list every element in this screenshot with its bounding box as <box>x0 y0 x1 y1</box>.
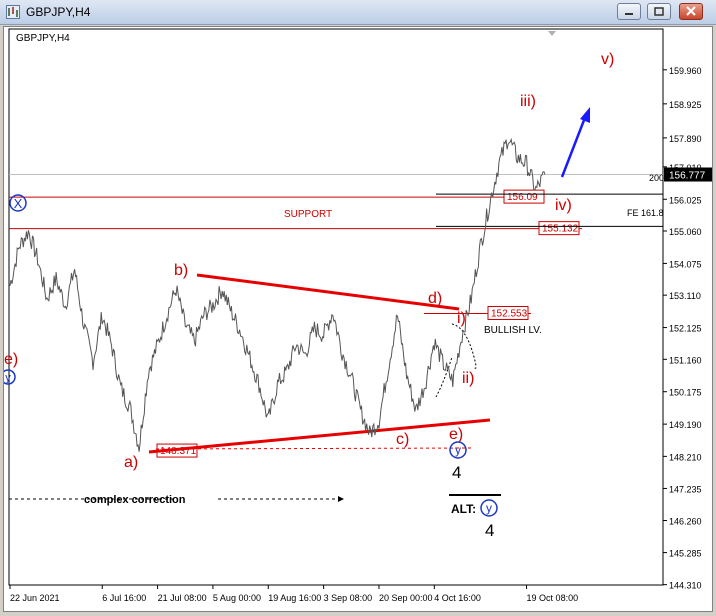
wave-iv-label: iv) <box>555 197 572 214</box>
price-tick-label: 157.890 <box>669 134 702 144</box>
window-titlebar: GBPJPY,H4 <box>0 0 716 25</box>
close-icon <box>686 6 696 16</box>
chart-window[interactable]: GBPJPY,H4 156.09 155.132 152.553 148.371 v)… <box>0 26 713 612</box>
time-tick-label: 6 Jul 16:00 <box>102 593 146 603</box>
symbol-label: GBPJPY,H4 <box>16 33 70 44</box>
time-tick-label: 20 Sep 00:00 <box>379 593 433 603</box>
wave-b-label: b) <box>174 262 188 279</box>
price-tick-label: 147.235 <box>669 484 702 494</box>
price-tick-label: 151.160 <box>669 355 702 365</box>
wave-i-label: i) <box>457 310 466 327</box>
wave-v-label: v) <box>601 51 614 68</box>
price-tick-label: 158.925 <box>669 100 702 110</box>
time-tick-label: 21 Jul 08:00 <box>158 593 207 603</box>
level-price-label: 152.553 <box>491 308 528 319</box>
bullish-annotation: BULLISH LV. <box>484 325 542 336</box>
alt-wave-4-label: 4 <box>485 521 494 540</box>
current-price-label: 156.777 <box>669 171 706 182</box>
price-chart[interactable]: GBPJPY,H4 156.09155.132152.553148.371 v)… <box>0 27 712 611</box>
time-tick-label: 4 Oct 16:00 <box>434 593 481 603</box>
price-tick-label: 156.025 <box>669 195 702 205</box>
price-tick-label: 145.285 <box>669 549 702 559</box>
price-tick-label: 153.110 <box>669 291 701 301</box>
price-tick-label: 149.190 <box>669 420 702 430</box>
wave-y-label: y <box>455 443 461 457</box>
restore-button[interactable] <box>647 3 671 20</box>
price-tick-label: 155.060 <box>669 227 702 237</box>
restore-icon <box>654 7 664 16</box>
time-tick-label: 19 Oct 08:00 <box>527 593 579 603</box>
wave-iii-label: iii) <box>520 93 536 110</box>
price-tick-label: 150.175 <box>669 388 702 398</box>
wave-d-label: d) <box>428 290 442 307</box>
minimize-button[interactable] <box>617 3 641 20</box>
time-tick-label: 19 Aug 16:00 <box>268 593 321 603</box>
price-tick-label: 144.310 <box>669 581 702 591</box>
complex-correction-annotation: complex correction <box>84 494 186 506</box>
wave-e-left-label: e) <box>4 351 18 368</box>
time-tick-label: 22 Jun 2021 <box>10 593 60 603</box>
fe-annotation: FE 161.8 <box>627 208 664 218</box>
minimize-icon <box>625 13 633 15</box>
ma-200-annotation: 200 <box>649 173 664 183</box>
close-button[interactable] <box>679 3 703 20</box>
price-tick-label: 152.125 <box>669 324 702 334</box>
price-tick-label: 154.075 <box>669 259 702 269</box>
wave-x-label: X <box>14 196 23 211</box>
wave-y-left-label: y <box>5 372 11 384</box>
time-tick-label: 3 Sep 08:00 <box>324 593 373 603</box>
price-tick-label: 146.260 <box>669 517 702 527</box>
support-annotation: SUPPORT <box>284 209 332 220</box>
level-price-label: 155.132 <box>542 224 579 235</box>
wave-ii-label: ii) <box>462 370 474 387</box>
wave-c-label: c) <box>396 431 409 448</box>
price-tick-label: 148.210 <box>669 452 702 462</box>
wave-4-label: 4 <box>452 463 461 482</box>
chart-app-icon <box>6 5 20 19</box>
window-title: GBPJPY,H4 <box>26 5 91 19</box>
wave-e-label: e) <box>449 426 463 443</box>
alt-label: ALT: <box>451 502 476 516</box>
alt-y-label: y <box>486 501 492 515</box>
time-tick-label: 5 Aug 00:00 <box>213 593 261 603</box>
wave-a-label: a) <box>124 454 138 471</box>
price-tick-label: 159.960 <box>669 66 702 76</box>
